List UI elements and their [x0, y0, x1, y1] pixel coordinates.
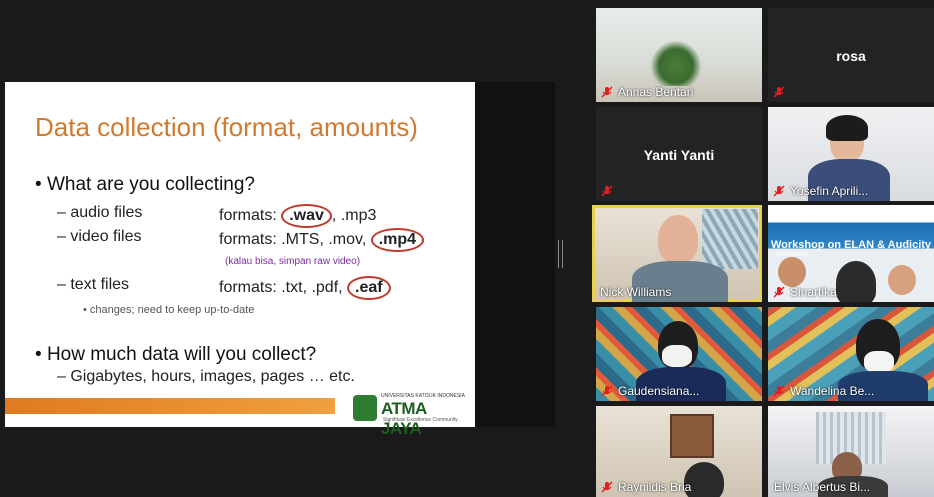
university-emblem-icon — [353, 395, 377, 421]
muted-mic-icon — [773, 385, 785, 397]
participant-name: Gaudensiana... — [618, 384, 700, 398]
participant-tile-sinartika[interactable]: Workshop on ELAN & Audicity Instructors:… — [768, 205, 934, 302]
instructor-photo — [778, 257, 806, 287]
slide-bullet-2: • How much data will you collect? — [35, 344, 317, 365]
atma-jaya-logo: UNIVERSITAS KATOLIK INDONESIA ATMA JAYA … — [353, 393, 465, 438]
participant-face — [836, 261, 876, 302]
participant-name: Raynildis Bria — [618, 480, 692, 494]
participant-tile-annas[interactable]: Annas Bentari — [596, 8, 762, 102]
participant-hair — [826, 115, 868, 141]
text-files-label: – text files — [57, 276, 130, 293]
video-files-row: – video files formats: .MTS, .mov, .mp4 — [57, 228, 467, 252]
muted-mic-icon — [601, 185, 613, 197]
participant-tile-gaudensiana[interactable]: Gaudensiana... — [596, 307, 762, 401]
plant-image — [646, 36, 706, 86]
video-note: (kalau bisa, simpan raw video) — [225, 256, 361, 267]
shared-screen[interactable]: Data collection (format, amounts) • What… — [5, 82, 555, 438]
participant-name: Wandelina Be... — [790, 384, 875, 398]
wav-highlight: .wav — [281, 204, 332, 228]
participant-name: Annas Bentari — [618, 85, 694, 99]
eaf-highlight: .eaf — [347, 276, 391, 300]
muted-mic-icon — [773, 286, 785, 298]
instructor-photo — [888, 265, 916, 295]
audio-files-row: – audio files formats: .wav, .mp3 — [57, 204, 467, 228]
text-files-note: • changes; need to keep up-to-date — [83, 304, 255, 316]
participant-tile-raynildis[interactable]: Raynildis Bria — [596, 406, 762, 497]
participant-name: Yosefin Aprili... — [790, 184, 869, 198]
video-files-label: – video files — [57, 228, 142, 245]
participant-name-center: rosa — [836, 48, 866, 64]
video-formats: formats: .MTS, .mov, .mp4 — [219, 228, 425, 252]
muted-mic-icon — [601, 481, 613, 493]
participant-tile-yanti[interactable]: Yanti Yanti — [596, 107, 762, 201]
muted-mic-icon — [773, 185, 785, 197]
zoom-meeting-window: Data collection (format, amounts) • What… — [0, 0, 934, 497]
muted-mic-icon — [773, 86, 785, 98]
audio-files-label: – audio files — [57, 204, 143, 221]
participant-tile-nick-active-speaker[interactable]: Nick Williams — [592, 205, 762, 302]
participant-tile-wandelina[interactable]: Wandelina Be... — [768, 307, 934, 401]
slide-footer-bar — [5, 398, 335, 414]
participant-name: Elvis Albertus Bi... — [774, 480, 871, 494]
poster-title: Workshop on ELAN & Audicity — [770, 239, 932, 251]
text-files-row: – text files formats: .txt, .pdf, .eaf — [57, 276, 467, 300]
wall-picture — [670, 414, 714, 458]
slide-title: Data collection (format, amounts) — [35, 112, 418, 142]
splitter-handle[interactable] — [558, 240, 563, 268]
participant-face — [658, 215, 698, 263]
face-mask — [864, 351, 894, 373]
mp4-highlight: .mp4 — [370, 228, 425, 252]
face-mask — [662, 345, 692, 367]
participant-tile-yosefin[interactable]: Yosefin Aprili... — [768, 107, 934, 201]
text-formats: formats: .txt, .pdf, .eaf — [219, 276, 391, 300]
slide-bullet-2-sub: – Gigabytes, hours, images, pages … etc. — [57, 368, 355, 385]
muted-mic-icon — [601, 385, 613, 397]
slide-bullet-1: • What are you collecting? — [35, 174, 255, 195]
muted-mic-icon — [601, 86, 613, 98]
participant-name: Sinartika — [790, 285, 837, 299]
wall-art — [702, 209, 758, 269]
participant-name-center: Yanti Yanti — [643, 147, 715, 163]
presentation-slide: Data collection (format, amounts) • What… — [5, 82, 475, 438]
participant-tile-rosa[interactable]: rosa — [768, 8, 934, 102]
participant-name: Nick Williams — [600, 285, 672, 299]
participant-tile-elvis[interactable]: Elvis Albertus Bi... — [768, 406, 934, 497]
audio-formats: formats: .wav, .mp3 — [219, 204, 376, 228]
